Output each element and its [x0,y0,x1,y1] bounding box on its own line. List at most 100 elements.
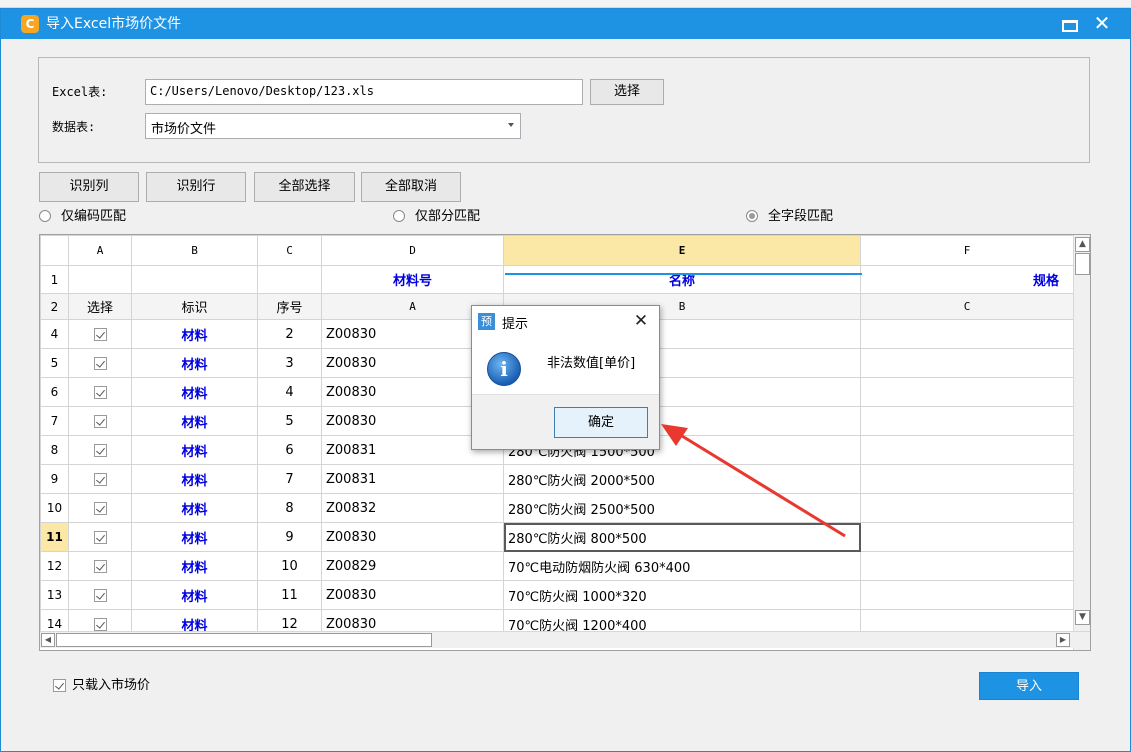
column-header-f[interactable]: F [860,235,1074,266]
cell-c[interactable]: 7 [257,464,322,494]
cell-c[interactable] [257,265,322,294]
cell-c[interactable]: 2 [257,319,322,349]
cell-a[interactable] [68,464,132,494]
column-header-e[interactable]: E [503,235,861,266]
row-number[interactable]: 2 [40,293,69,320]
checkbox-checked-icon[interactable] [93,501,107,515]
cell-a[interactable] [68,580,132,610]
cell-a[interactable] [68,265,132,294]
table-row[interactable]: 11 材料 9 Z00830 280℃防火阀 800*500 [40,522,1074,552]
checkbox-checked-icon[interactable] [93,617,107,631]
horizontal-scroll-thumb[interactable] [56,633,432,647]
deselect-all-button[interactable]: 全部取消 [361,172,461,202]
row-number[interactable]: 6 [40,377,69,407]
cell-b[interactable]: 材料 [131,551,258,581]
only-market-checkbox[interactable]: 只载入市场价 [53,678,150,694]
checkbox-checked-icon[interactable] [93,356,107,370]
cell-f[interactable] [860,464,1074,494]
cell-c[interactable]: 5 [257,406,322,436]
cell-e[interactable]: 280℃防火阀 2000*500 [503,464,861,494]
cell-e[interactable]: 280℃防火阀 800*500 [503,522,861,552]
cell-f[interactable] [860,406,1074,436]
checkbox-checked-icon[interactable] [93,385,107,399]
scroll-down-icon[interactable]: ▼ [1075,610,1090,625]
vertical-scrollbar[interactable]: ▲ ▼ [1073,235,1090,650]
cell-c[interactable]: 9 [257,522,322,552]
vertical-scroll-thumb[interactable] [1075,253,1090,275]
scroll-left-icon[interactable]: ◀ [41,633,55,647]
cell-c[interactable]: 6 [257,435,322,465]
row-number[interactable]: 1 [40,265,69,294]
row-number[interactable]: 10 [40,493,69,523]
column-header-d[interactable]: D [321,235,504,266]
cell-a[interactable] [68,435,132,465]
cell-e[interactable]: 名称 [503,265,861,294]
cell-a[interactable] [68,522,132,552]
row-number[interactable]: 5 [40,348,69,378]
cell-d[interactable]: Z00831 [321,464,504,494]
checkbox-checked-icon[interactable] [93,588,107,602]
column-header-b[interactable]: B [131,235,258,266]
radio-code-only[interactable]: 仅编码匹配 [39,208,126,225]
maximize-icon[interactable] [1059,14,1079,34]
table-row[interactable]: 13 材料 11 Z00830 70℃防火阀 1000*320 [40,580,1074,610]
cell-b[interactable]: 材料 [131,522,258,552]
ok-button[interactable]: 确定 [554,407,648,438]
cell-c[interactable]: 序号 [257,293,322,320]
checkbox-checked-icon[interactable] [93,530,107,544]
cell-f[interactable] [860,493,1074,523]
cell-b[interactable]: 材料 [131,406,258,436]
cell-b[interactable] [131,265,258,294]
cell-a[interactable] [68,551,132,581]
cell-f[interactable] [860,377,1074,407]
cell-a[interactable] [68,377,132,407]
table-row[interactable]: 10 材料 8 Z00832 280℃防火阀 2500*500 [40,493,1074,523]
scroll-up-icon[interactable]: ▲ [1075,237,1090,252]
cell-f[interactable]: 规格 [860,265,1074,294]
cell-f[interactable] [860,348,1074,378]
cell-a[interactable] [68,493,132,523]
row-number[interactable]: 8 [40,435,69,465]
cell-c[interactable]: 4 [257,377,322,407]
row-number[interactable]: 9 [40,464,69,494]
identify-row-button[interactable]: 识别行 [146,172,246,202]
cell-d[interactable]: Z00829 [321,551,504,581]
row-number[interactable]: 13 [40,580,69,610]
checkbox-checked-icon[interactable] [93,559,107,573]
sheet-select[interactable]: 市场价文件 [145,113,521,139]
select-all-button[interactable]: 全部选择 [254,172,355,202]
import-button[interactable]: 导入 [979,672,1079,700]
cell-a[interactable] [68,348,132,378]
scroll-right-icon[interactable]: ▶ [1056,633,1070,647]
table-row[interactable]: 1 材料号 名称 规格 [40,265,1074,294]
cell-c[interactable]: 3 [257,348,322,378]
identify-column-button[interactable]: 识别列 [39,172,139,202]
checkbox-checked-icon[interactable] [93,443,107,457]
column-header-c[interactable]: C [257,235,322,266]
cell-a[interactable]: 选择 [68,293,132,320]
cell-f[interactable] [860,551,1074,581]
row-number[interactable]: 7 [40,406,69,436]
cell-f[interactable] [860,580,1074,610]
cell-f[interactable]: C [860,293,1074,320]
row-number[interactable]: 12 [40,551,69,581]
radio-partial[interactable]: 仅部分匹配 [393,208,480,225]
cell-b[interactable]: 材料 [131,493,258,523]
excel-path-field[interactable]: C:/Users/Lenovo/Desktop/123.xls [145,79,583,105]
cell-b[interactable]: 材料 [131,580,258,610]
table-row[interactable]: 12 材料 10 Z00829 70℃电动防烟防火阀 630*400 [40,551,1074,581]
cell-c[interactable]: 10 [257,551,322,581]
cell-e[interactable]: 70℃电动防烟防火阀 630*400 [503,551,861,581]
checkbox-checked-icon[interactable] [93,327,107,341]
cell-c[interactable]: 8 [257,493,322,523]
cell-c[interactable]: 11 [257,580,322,610]
row-number[interactable]: 4 [40,319,69,349]
horizontal-scrollbar[interactable]: ◀ ▶ [40,631,1090,648]
cell-b[interactable]: 标识 [131,293,258,320]
choose-file-button[interactable]: 选择 [590,79,664,105]
cell-b[interactable]: 材料 [131,464,258,494]
radio-full-field[interactable]: 全字段匹配 [746,208,833,225]
cell-e[interactable]: 70℃防火阀 1000*320 [503,580,861,610]
checkbox-checked-icon[interactable] [93,472,107,486]
close-icon[interactable]: ✕ [1091,12,1113,34]
